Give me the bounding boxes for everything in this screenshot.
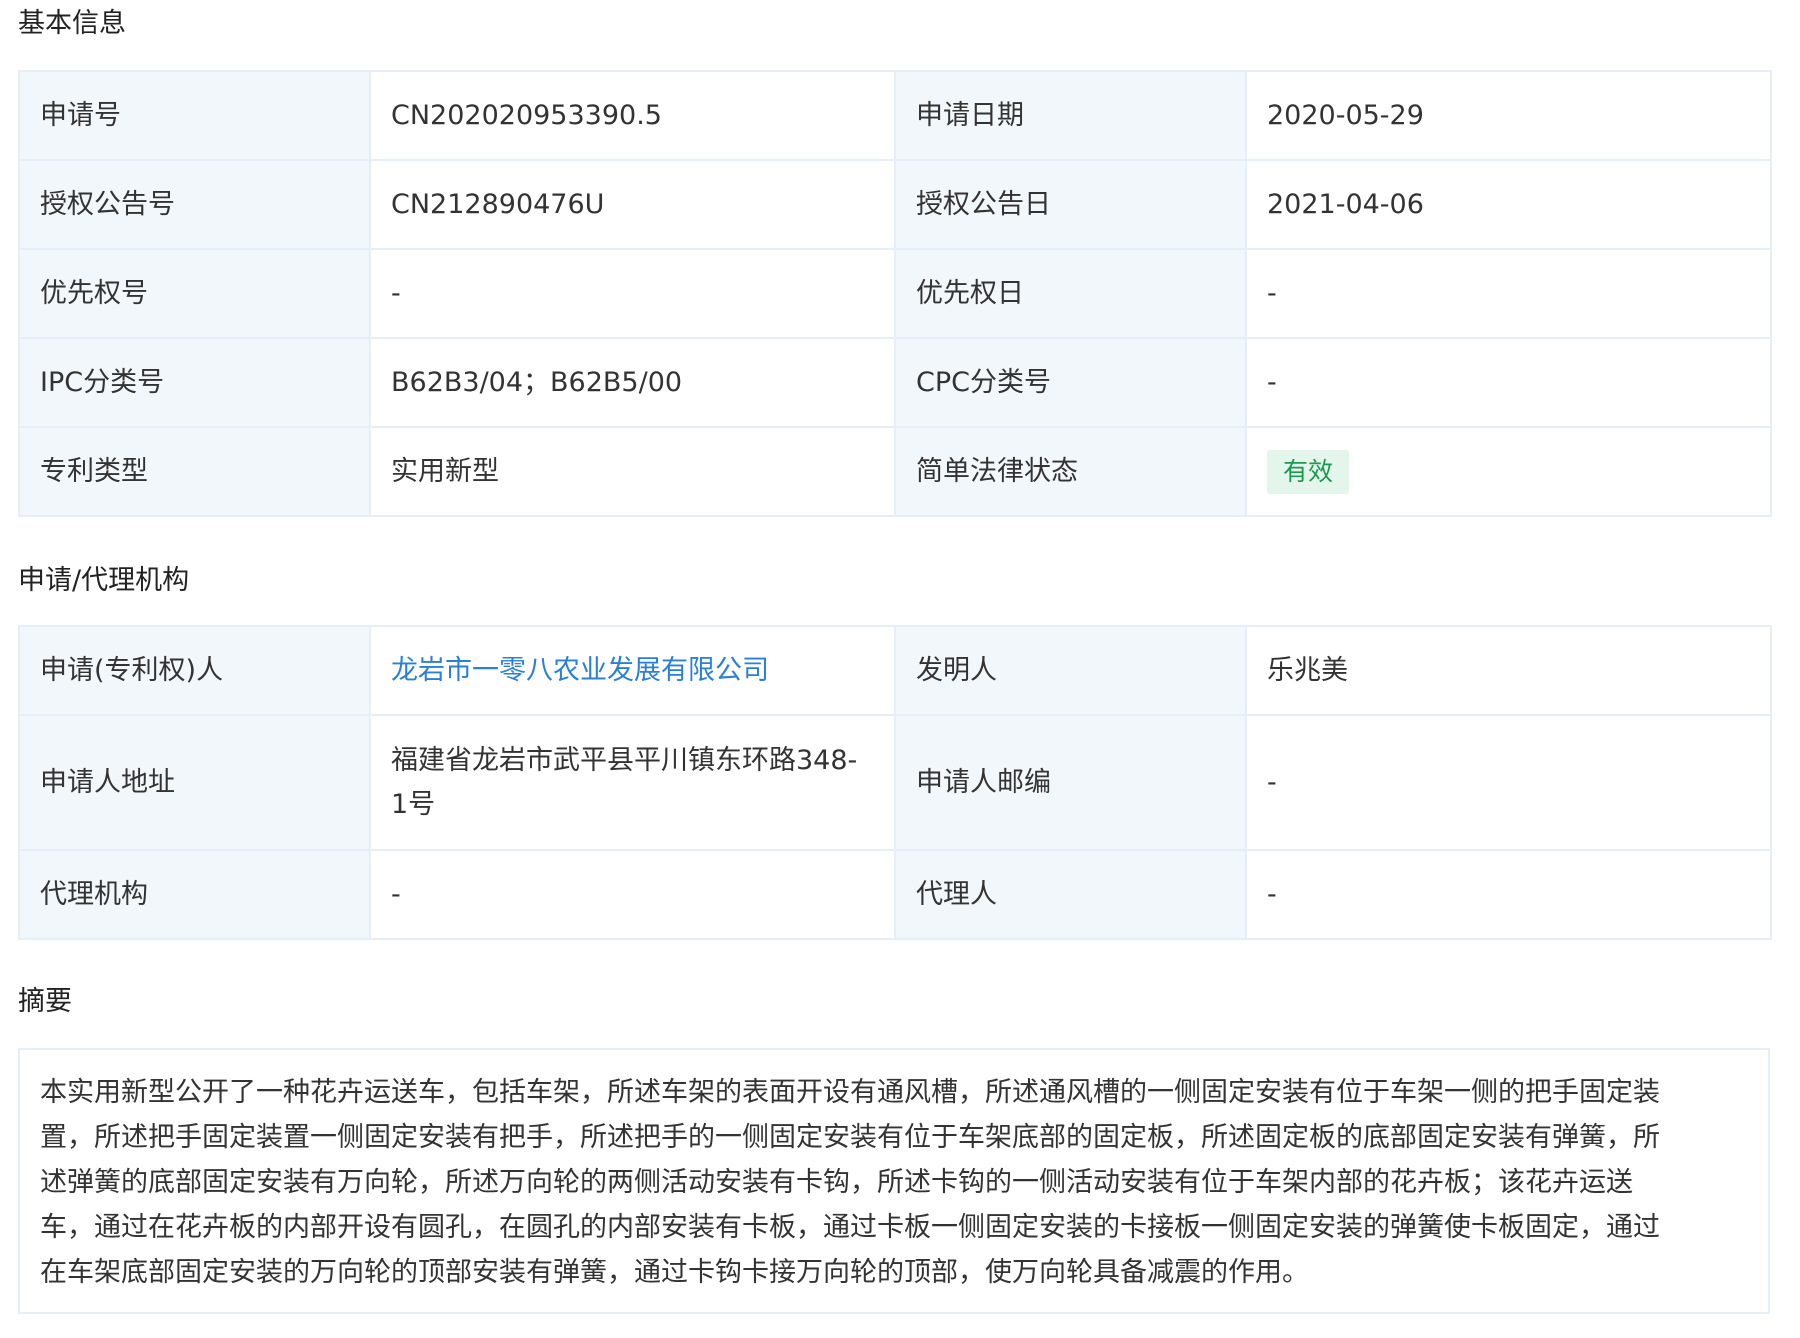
application-date-label: 申请日期 [894,70,1247,161]
grant-date-label: 授权公告日 [894,159,1247,250]
applicant-cell: 龙岩市一零八农业发展有限公司 [369,625,896,716]
application-number-value: CN202020953390.5 [369,70,896,161]
address-line-1: 福建省龙岩市武平县平川镇东环路348- [391,744,858,776]
application-number-label: 申请号 [18,70,371,161]
application-date-value: 2020-05-29 [1245,70,1772,161]
inventor-value: 乐兆美 [1245,625,1772,716]
table-row: 申请(专利权)人 龙岩市一零八农业发展有限公司 发明人 乐兆美 [18,625,1772,716]
priority-date-label: 优先权日 [894,248,1247,339]
inventor-label: 发明人 [894,625,1247,716]
grant-date-value: 2021-04-06 [1245,159,1772,250]
legal-status-cell: 有效 [1245,426,1772,517]
grant-number-label: 授权公告号 [18,159,371,250]
patent-type-label: 专利类型 [18,426,371,517]
basic-info-title: 基本信息 [18,8,126,39]
table-row: 专利类型 实用新型 简单法律状态 有效 [18,426,1772,517]
applicant-address-value: 福建省龙岩市武平县平川镇东环路348- 1号 [369,714,896,851]
patent-type-value: 实用新型 [369,426,896,517]
cpc-label: CPC分类号 [894,337,1247,428]
abstract-line: 车，通过在花卉板的内部开设有圆孔，在圆孔的内部安装有卡板，通过卡板一侧固定安装的… [40,1212,1660,1243]
postcode-label: 申请人邮编 [894,714,1247,851]
priority-number-value: - [369,248,896,339]
table-row: 代理机构 - 代理人 - [18,849,1772,940]
grant-number-value: CN212890476U [369,159,896,250]
priority-date-value: - [1245,248,1772,339]
basic-info-table: 申请号 CN202020953390.5 申请日期 2020-05-29 授权公… [18,70,1772,517]
postcode-value: - [1245,714,1772,851]
agent-value: - [1245,849,1772,940]
table-row: 优先权号 - 优先权日 - [18,248,1772,339]
address-line-2: 1号 [391,788,436,820]
status-badge: 有效 [1267,449,1350,494]
agency-table: 申请(专利权)人 龙岩市一零八农业发展有限公司 发明人 乐兆美 申请人地址 福建… [18,625,1772,940]
abstract-line: 在车架底部固定安装的万向轮的顶部安装有弹簧，通过卡钩卡接万向轮的顶部，使万向轮具… [40,1257,1309,1288]
applicant-label: 申请(专利权)人 [18,625,371,716]
abstract-text: 本实用新型公开了一种花卉运送车，包括车架，所述车架的表面开设有通风槽，所述通风槽… [18,1048,1770,1314]
table-row: 授权公告号 CN212890476U 授权公告日 2021-04-06 [18,159,1772,250]
abstract-title: 摘要 [18,986,72,1017]
abstract-line: 置，所述把手固定装置一侧固定安装有把手，所述把手的一侧固定安装有位于车架底部的固… [40,1122,1660,1153]
applicant-address-label: 申请人地址 [18,714,371,851]
applicant-link[interactable]: 龙岩市一零八农业发展有限公司 [391,655,769,686]
abstract-line: 本实用新型公开了一种花卉运送车，包括车架，所述车架的表面开设有通风槽，所述通风槽… [40,1077,1660,1108]
priority-number-label: 优先权号 [18,248,371,339]
cpc-value: - [1245,337,1772,428]
table-row: 申请号 CN202020953390.5 申请日期 2020-05-29 [18,70,1772,161]
ipc-label: IPC分类号 [18,337,371,428]
abstract-line: 述弹簧的底部固定安装有万向轮，所述万向轮的两侧活动安装有卡钩，所述卡钩的一侧活动… [40,1167,1633,1198]
agency-title: 申请/代理机构 [18,565,190,596]
agency-label: 代理机构 [18,849,371,940]
agent-label: 代理人 [894,849,1247,940]
agency-value: - [369,849,896,940]
ipc-value: B62B3/04；B62B5/00 [369,337,896,428]
legal-status-label: 简单法律状态 [894,426,1247,517]
table-row: IPC分类号 B62B3/04；B62B5/00 CPC分类号 - [18,337,1772,428]
table-row: 申请人地址 福建省龙岩市武平县平川镇东环路348- 1号 申请人邮编 - [18,714,1772,851]
